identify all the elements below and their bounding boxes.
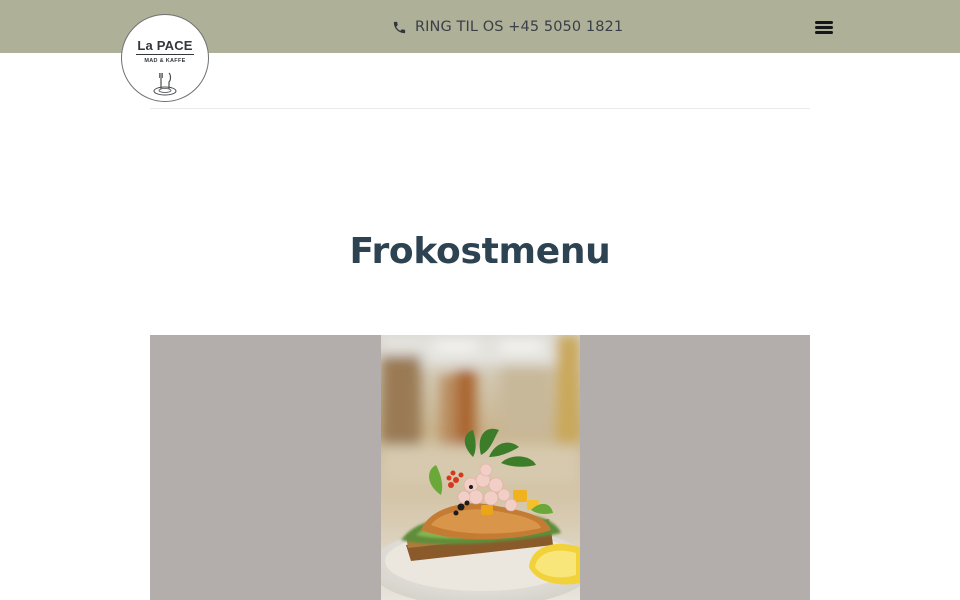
site-logo[interactable]: La PACE MAD & KAFFE [121, 14, 209, 102]
cutlery-plate-icon [153, 72, 177, 96]
food-photo [381, 335, 580, 600]
phone-icon [393, 21, 406, 33]
page-title: Frokostmenu [349, 231, 611, 272]
logo-name: La PACE [137, 38, 193, 53]
menu-bar [815, 21, 833, 24]
header-divider [150, 108, 810, 109]
menu-bar [815, 26, 833, 29]
hamburger-menu-icon[interactable] [812, 17, 836, 37]
logo-tagline: MAD & KAFFE [144, 58, 186, 64]
phone-label: RING TIL OS +45 5050 1821 [415, 19, 624, 35]
call-us-link[interactable]: RING TIL OS +45 5050 1821 [392, 17, 623, 37]
menu-bar [815, 31, 833, 34]
logo-divider [136, 54, 194, 55]
page: RING TIL OS +45 5050 1821 La PACE MAD & … [0, 0, 960, 600]
menu-hero-image [150, 335, 810, 600]
